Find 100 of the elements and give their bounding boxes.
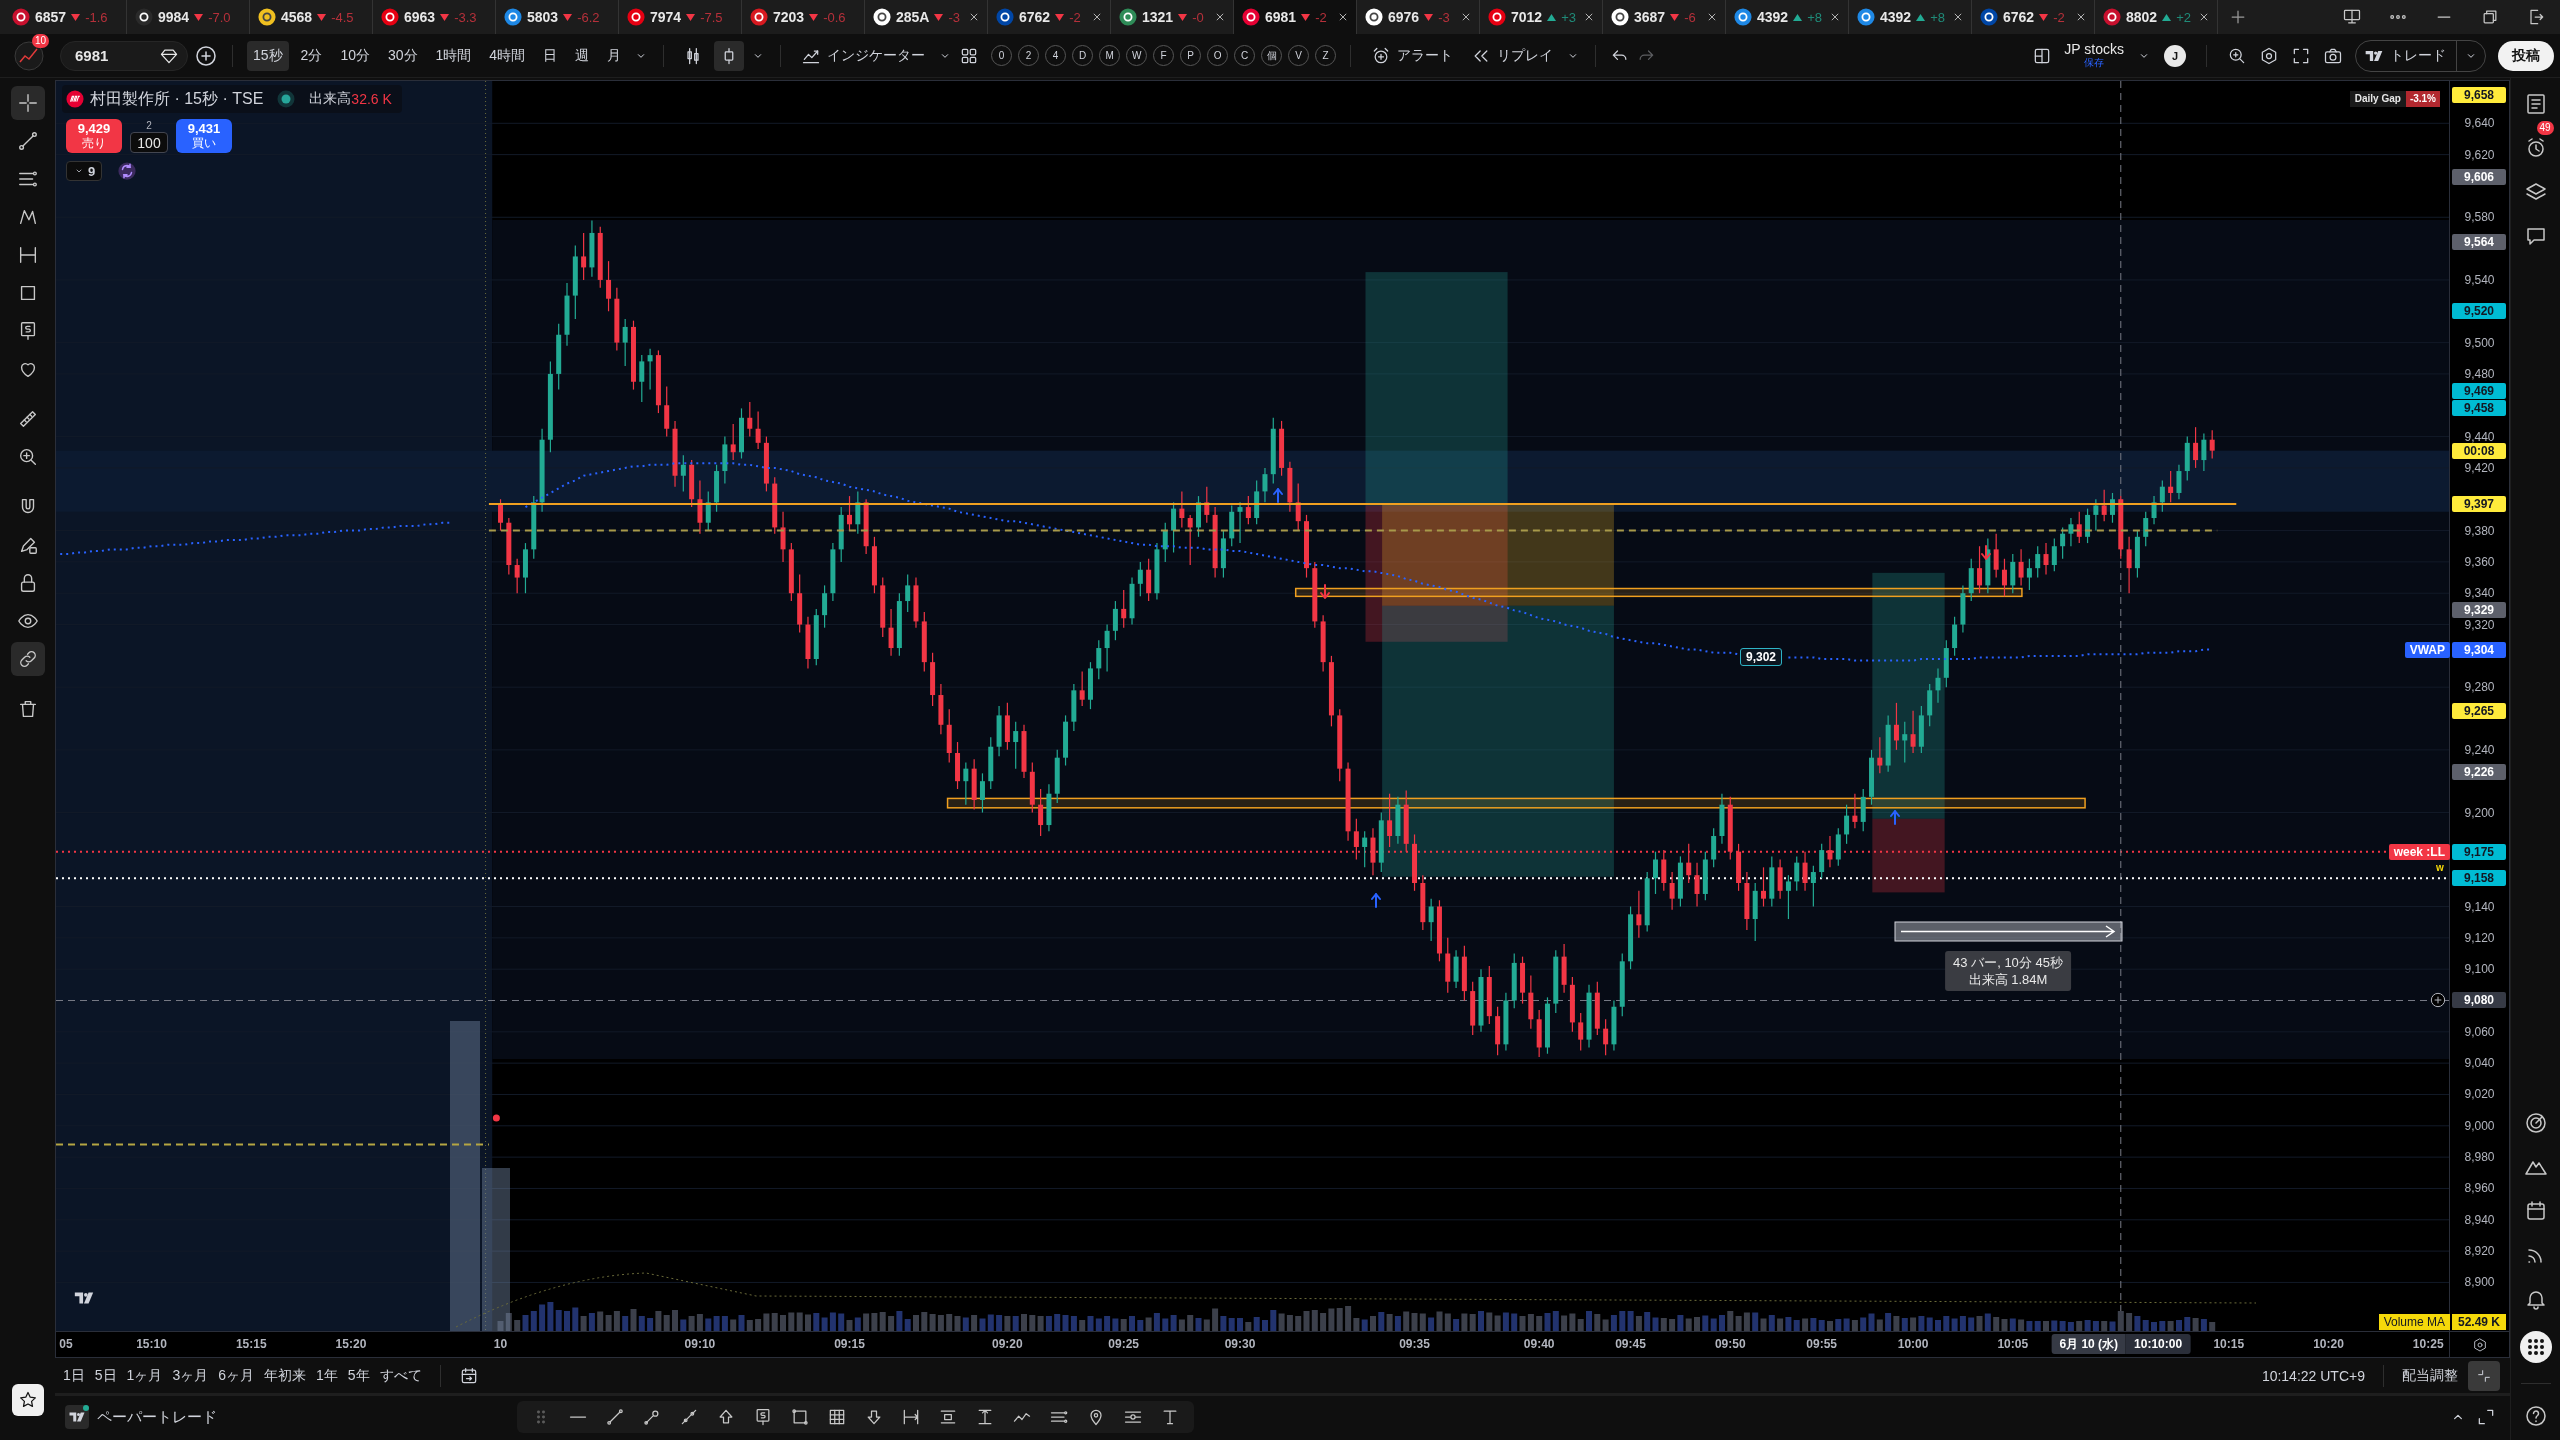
collapse-button[interactable] [2468, 1360, 2500, 1391]
link-icon[interactable] [10, 642, 45, 676]
panel-title[interactable]: ペーパートレード [97, 1407, 217, 1427]
publish-button[interactable]: 投稿 [2498, 40, 2554, 71]
candle [1736, 843, 1742, 892]
candle [1387, 793, 1393, 848]
ray-icon[interactable] [679, 1407, 699, 1427]
range-button[interactable]: 3ヶ月 [172, 1366, 209, 1385]
range-button[interactable]: 1年 [316, 1366, 338, 1385]
buy-button[interactable]: 9,431 買い [176, 119, 232, 153]
range-button[interactable]: 1ヶ月 [126, 1366, 163, 1385]
range-button[interactable]: 5日 [94, 1366, 117, 1385]
interval-button[interactable]: 4時間 [483, 40, 532, 71]
rectangle-icon[interactable] [790, 1407, 810, 1427]
candle [2043, 542, 2049, 575]
candle [921, 611, 927, 673]
axis-label: 15:15 [235, 1337, 267, 1351]
candle [1328, 655, 1334, 727]
interval-button[interactable]: 10分 [334, 40, 376, 71]
candle [2101, 489, 2107, 522]
alert-button[interactable]: アラート [1365, 40, 1460, 71]
axis-label: 09:25 [1108, 1337, 1140, 1351]
interval-button[interactable]: 2分 [294, 40, 329, 71]
candle [1744, 871, 1750, 931]
candle [689, 459, 695, 508]
axis-label: 09:55 [1806, 1337, 1837, 1351]
tab[interactable]: 6981 -2 [1234, 0, 1357, 34]
candle [1254, 479, 1260, 525]
candle [1187, 514, 1193, 566]
interval-button[interactable]: 1時間 [429, 40, 478, 71]
adjustment-button[interactable]: 配当調整 [2402, 1366, 2458, 1385]
up-arrow-icon [1371, 893, 1381, 908]
axis-label: 9,200 [2463, 806, 2496, 819]
candle [655, 349, 661, 414]
candle [2051, 537, 2057, 572]
axis-label: 9,340 [2463, 587, 2496, 600]
range-button[interactable]: 年初来 [264, 1366, 306, 1385]
axis-label: 09:45 [1615, 1337, 1646, 1351]
axis-label: 10 [493, 1337, 508, 1351]
range-button[interactable]: すべて [379, 1366, 422, 1385]
interval-button[interactable]: 月 [601, 40, 628, 71]
price-tag: 9,458 [2452, 400, 2506, 417]
interval-button[interactable]: 日 [537, 40, 564, 71]
axis-label: 8,900 [2463, 1276, 2496, 1289]
candle [1819, 843, 1825, 879]
interval-button[interactable]: 30分 [381, 40, 424, 71]
settings-icon[interactable] [2259, 45, 2279, 66]
range-button[interactable]: 6ヶ月 [218, 1366, 254, 1385]
user-avatar[interactable]: J [2164, 44, 2186, 67]
price-tag: 52.49 K [2452, 1314, 2506, 1330]
candle [1769, 855, 1775, 908]
candle [705, 490, 711, 532]
axis-label: 05 [59, 1337, 73, 1351]
candle [772, 476, 778, 535]
candle [1752, 882, 1758, 942]
sell-button[interactable]: 9,429 売り [66, 119, 122, 153]
candle [955, 741, 961, 790]
settings-icon[interactable] [2471, 1336, 2488, 1353]
replay-button[interactable]: リプレイ [1465, 40, 1560, 71]
apps-icon[interactable] [2519, 1331, 2552, 1363]
layout-menu[interactable]: JP stocks 保存 [2064, 41, 2124, 70]
candle-box-icon[interactable] [714, 40, 745, 71]
interval-button[interactable]: 週 [569, 40, 596, 71]
candle [631, 320, 636, 391]
candle [1445, 937, 1451, 994]
candle [697, 479, 703, 535]
indicators-toggle[interactable]: 9 [66, 161, 103, 181]
target-icon[interactable] [2523, 1111, 2548, 1135]
help-icon[interactable] [2523, 1404, 2548, 1428]
chart-title: 村田製作所 · 15秒 · TSE [90, 88, 264, 109]
candle [880, 576, 886, 638]
down-arrow-icon [1981, 545, 1991, 560]
candle [2018, 548, 2024, 586]
trend-line-icon[interactable] [605, 1407, 625, 1427]
candle [2110, 492, 2115, 524]
axis-label: 9,000 [2463, 1119, 2496, 1132]
crosshair-icon[interactable] [10, 86, 45, 120]
grid-icon[interactable] [827, 1407, 847, 1427]
range-button[interactable]: 5年 [347, 1366, 370, 1385]
quantity-field[interactable]: 100 [130, 132, 168, 153]
range-button[interactable]: 1日 [63, 1366, 85, 1385]
symbol-search-field[interactable]: 6981 [60, 40, 188, 71]
favorites-button[interactable] [11, 1384, 44, 1416]
candle [1112, 600, 1118, 641]
maximize-icon[interactable] [2476, 1407, 2496, 1427]
add-icon[interactable] [2430, 992, 2446, 1008]
axis-label: 09:15 [834, 1337, 865, 1351]
indicator-label: Daily Gap [2349, 91, 2406, 107]
date-range-icon[interactable] [901, 1407, 921, 1427]
candle [1802, 851, 1808, 892]
indicators-button[interactable]: インジケーター [795, 40, 932, 71]
interval-button[interactable]: 15秒 [247, 40, 289, 71]
candle [805, 616, 811, 669]
axis-label: 10:15 [2213, 1337, 2245, 1351]
sync-icon[interactable] [118, 162, 137, 180]
logo-icon [66, 90, 84, 108]
candle [1154, 542, 1160, 601]
candle [1910, 710, 1916, 754]
add-symbol-icon[interactable] [194, 43, 218, 68]
candle [1644, 871, 1650, 933]
